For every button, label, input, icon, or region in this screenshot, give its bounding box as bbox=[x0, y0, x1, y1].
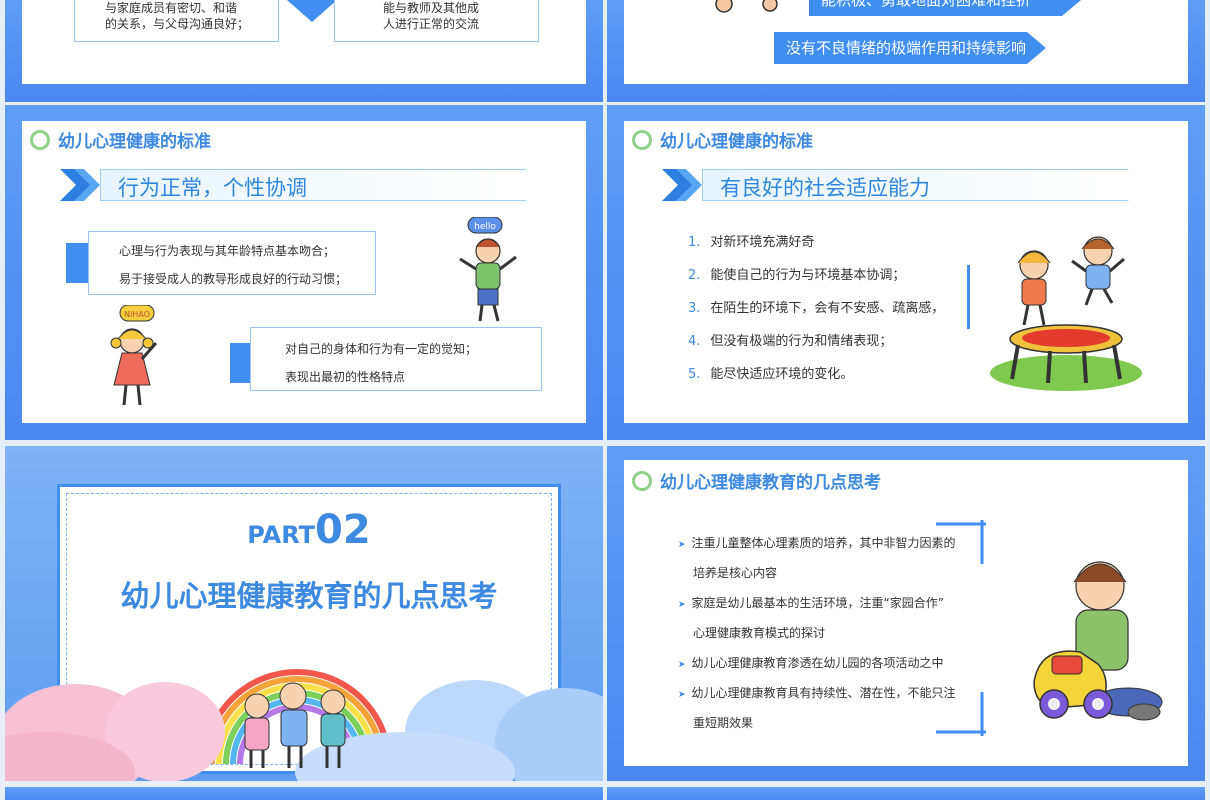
bubble-text: NIHAO bbox=[124, 310, 150, 319]
ring-icon bbox=[632, 129, 652, 150]
list-item: 4. 但没有极端的行为和情绪表现； bbox=[688, 334, 893, 349]
heading-text: 幼儿心理健康的标准 bbox=[58, 132, 211, 152]
slide-7[interactable] bbox=[5, 787, 603, 800]
slide-5[interactable]: PART02 幼儿心理健康教育的几点思考 bbox=[5, 446, 603, 781]
list-item: ➤ 注重儿童整体心理素质的培养，其中非智力因素的 bbox=[678, 536, 956, 550]
girl-illustration: NIHAO bbox=[110, 305, 158, 406]
ring-icon bbox=[30, 129, 50, 150]
slide-4-card: 幼儿心理健康的标准 有良好的社会适应能力 1. 对新环境充满好奇 2. 能使自己的行… bbox=[624, 121, 1188, 423]
behavior-box: 心理与行为表现与其年龄特点基本吻合； 易于接受成人的教导形成良好的行动习惯； bbox=[88, 231, 376, 295]
slide-2[interactable]: 能积极、勇敢地面对困难和挫折 没有不良情绪的极端作用和持续影响 bbox=[607, 0, 1205, 102]
tag-face-difficulties: 能积极、勇敢地面对困难和挫折 bbox=[809, 0, 1081, 16]
box-line: 易于接受成人的教导形成良好的行动习惯； bbox=[119, 272, 348, 286]
box-line: 表现出最初的性格特点 bbox=[285, 370, 406, 384]
slide-4[interactable]: 幼儿心理健康的标准 有良好的社会适应能力 1. 对新环境充满好奇 2. 能使自己的行… bbox=[607, 105, 1205, 440]
box-line: 对自己的身体和行为有一定的觉知； bbox=[285, 342, 478, 356]
slide-heading: 幼儿心理健康教育的几点思考 bbox=[632, 468, 881, 493]
slide-1-card: 与家庭成员有密切、和谐 的关系，与父母沟通良好； 能与教师及其他成 人进行正常的… bbox=[22, 0, 586, 84]
bullet-arrow-icon: ➤ bbox=[678, 540, 686, 550]
list-item: 3. 在陌生的环境下，会有不安感、疏离感， bbox=[688, 301, 945, 316]
chevron-down-icon bbox=[287, 0, 337, 22]
teacher-relation-box: 能与教师及其他成 人进行正常的交流 bbox=[334, 0, 539, 42]
list-item: 培养是核心内容 bbox=[693, 566, 778, 580]
box-line: 能与教师及其他成 bbox=[383, 1, 480, 15]
box-line: 人进行正常的交流 bbox=[383, 17, 480, 31]
slide-6[interactable]: 幼儿心理健康教育的几点思考 ➤ 注重儿童整体心理素质的培养，其中非智力因素的 培养… bbox=[607, 446, 1205, 781]
section-banner: 行为正常，个性协调 bbox=[60, 169, 550, 201]
trampoline-kids-illustration bbox=[990, 236, 1142, 391]
slide-3-card: 幼儿心理健康的标准 行为正常，个性协调 心理与行为表现与其年龄特点基本吻合； 易… bbox=[22, 121, 586, 423]
double-chevron-icon bbox=[60, 169, 100, 201]
slide-6-card: 幼儿心理健康教育的几点思考 ➤ 注重儿童整体心理素质的培养，其中非智力因素的 培养… bbox=[624, 460, 1188, 766]
section-banner: 有良好的社会适应能力 bbox=[662, 169, 1152, 201]
bullet-arrow-icon: ➤ bbox=[678, 690, 686, 700]
slide-heading: 幼儿心理健康的标准 bbox=[632, 127, 813, 152]
bubble-text: hello bbox=[474, 222, 496, 232]
vertical-divider bbox=[967, 265, 970, 329]
bullet-arrow-icon: ➤ bbox=[678, 600, 686, 610]
ring-icon bbox=[632, 470, 652, 491]
slide-2-card: 能积极、勇敢地面对困难和挫折 没有不良情绪的极端作用和持续影响 bbox=[624, 0, 1188, 84]
section-title: 幼儿心理健康教育的几点思考 bbox=[120, 579, 498, 613]
child-illustration bbox=[715, 0, 778, 13]
list-item: 2. 能使自己的行为与环境基本协调； bbox=[688, 268, 906, 283]
list-item: 重短期效果 bbox=[693, 716, 754, 730]
heading-text: 幼儿心理健康教育的几点思考 bbox=[660, 473, 881, 493]
list-item: ➤ 幼儿心理健康教育具有持续性、潜在性，不能只注 bbox=[678, 686, 956, 700]
boy-with-toy-car-illustration bbox=[1033, 561, 1163, 721]
heading-text: 幼儿心理健康的标准 bbox=[660, 132, 813, 152]
list-item: 心理健康教育模式的探讨 bbox=[693, 626, 826, 640]
tag-no-bad-emotion: 没有不良情绪的极端作用和持续影响 bbox=[774, 32, 1046, 64]
list-item: 1. 对新环境充满好奇 bbox=[688, 235, 815, 250]
clouds-rainbow-illustration bbox=[5, 669, 603, 781]
part-number: 02 bbox=[315, 507, 371, 553]
double-chevron-icon bbox=[662, 169, 702, 201]
slide-3[interactable]: 幼儿心理健康的标准 行为正常，个性协调 心理与行为表现与其年龄特点基本吻合； 易… bbox=[5, 105, 603, 440]
slide-8[interactable] bbox=[607, 787, 1205, 800]
banner-text: 有良好的社会适应能力 bbox=[720, 176, 930, 200]
box-line: 的关系，与父母沟通良好； bbox=[105, 17, 250, 31]
slide-heading: 幼儿心理健康的标准 bbox=[30, 127, 211, 152]
family-relation-box: 与家庭成员有密切、和谐 的关系，与父母沟通良好； bbox=[74, 0, 279, 42]
slide-1[interactable]: 与家庭成员有密切、和谐 的关系，与父母沟通良好； 能与教师及其他成 人进行正常的… bbox=[5, 0, 603, 102]
awareness-box: 对自己的身体和行为有一定的觉知； 表现出最初的性格特点 bbox=[250, 327, 542, 391]
bullet-arrow-icon: ➤ bbox=[678, 660, 686, 670]
box-line: 心理与行为表现与其年龄特点基本吻合； bbox=[119, 244, 336, 258]
part-label: PART02 bbox=[60, 507, 558, 553]
part-word: PART bbox=[247, 521, 316, 549]
list-item: 5. 能尽快适应环境的变化。 bbox=[688, 367, 854, 382]
bracket-decoration bbox=[936, 520, 986, 736]
list-item: ➤ 家庭是幼儿最基本的生活环境，注重“家园合作” bbox=[678, 596, 944, 610]
banner-text: 行为正常，个性协调 bbox=[118, 176, 307, 200]
box-line: 与家庭成员有密切、和谐 bbox=[105, 1, 238, 15]
boy-illustration: hello bbox=[459, 217, 517, 322]
list-item: ➤ 幼儿心理健康教育渗透在幼儿园的各项活动之中 bbox=[678, 656, 944, 670]
